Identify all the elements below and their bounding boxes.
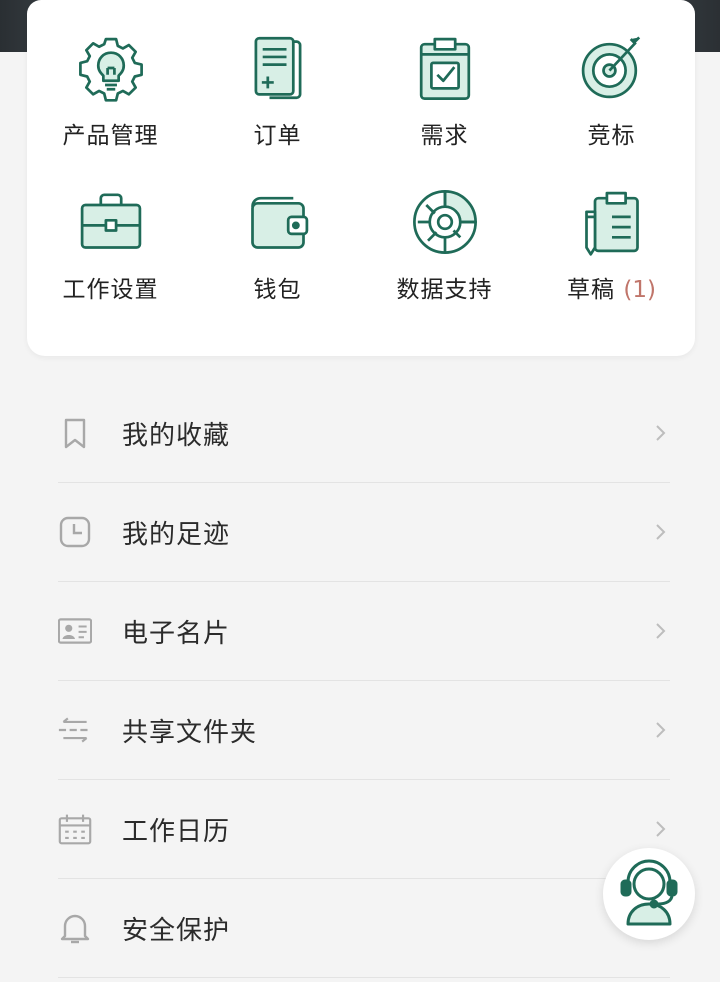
grid-item-work-settings[interactable]: 工作设置 [27,154,194,304]
menu-item-security[interactable]: 安全保护 [58,879,670,978]
wallet-icon [250,196,308,249]
menu-item-label: 共享文件夹 [122,717,258,748]
target-icon [581,36,640,99]
chevron-right-icon [656,722,666,738]
customer-service-button[interactable] [603,848,695,940]
id-card-icon [58,614,92,648]
grid-item-label: 草稿 (1) [567,270,656,304]
bell-icon [58,911,92,945]
clock-icon [58,515,92,549]
grid-item-label: 产品管理 [62,123,159,149]
menu-item-favorites[interactable]: 我的收藏 [58,384,670,483]
clipboard-draft-icon [584,191,639,256]
briefcase-icon [80,193,141,249]
chevron-right-icon [656,425,666,441]
grid-item-data-support[interactable]: 数据支持 [361,154,528,304]
grid-item-label: 钱包 [253,277,302,303]
chevron-right-icon [656,524,666,540]
grid-item-wallet[interactable]: 钱包 [194,154,361,304]
grid-item-bidding[interactable]: 竞标 [528,0,695,150]
menu-item-label: 电子名片 [122,618,231,649]
settings-menu-list: 我的收藏 我的足迹 电子名片 共享文件夹 工作日历 安全保护 [58,384,670,978]
chevron-right-icon [656,623,666,639]
grid-item-product-management[interactable]: 产品管理 [27,0,194,150]
grid-item-label: 竞标 [587,123,636,149]
menu-item-footprints[interactable]: 我的足迹 [58,483,670,582]
chevron-right-icon [656,821,666,837]
shortcut-grid-card: 产品管理 订单 需求 竞标 工作设置 钱包 数据支持 草稿 (1) [27,0,695,356]
donut-chart-icon [412,190,477,254]
grid-item-label: 订单 [253,123,302,149]
grid-item-demand[interactable]: 需求 [361,0,528,150]
grid-item-label-text: 草稿 [567,277,616,303]
bookmark-icon [58,416,92,450]
menu-item-shared-folder[interactable]: 共享文件夹 [58,681,670,780]
gear-bulb-icon [78,37,143,102]
grid-item-label: 需求 [420,123,469,149]
menu-item-label: 安全保护 [122,915,231,946]
menu-item-label: 我的收藏 [122,420,231,451]
menu-item-work-calendar[interactable]: 工作日历 [58,780,670,879]
grid-item-drafts[interactable]: 草稿 (1) [528,154,695,304]
menu-item-business-card[interactable]: 电子名片 [58,582,670,681]
menu-item-label: 我的足迹 [122,519,231,550]
share-folder-icon [58,713,92,747]
draft-count-badge: (1) [623,277,656,303]
grid-item-label: 工作设置 [62,277,159,303]
grid-item-label: 数据支持 [396,277,493,303]
calendar-icon [58,812,92,846]
menu-item-label: 工作日历 [122,816,231,847]
clipboard-check-icon [419,37,470,100]
customer-service-icon [620,859,678,926]
grid-item-orders[interactable]: 订单 [194,0,361,150]
order-document-icon [254,36,301,100]
